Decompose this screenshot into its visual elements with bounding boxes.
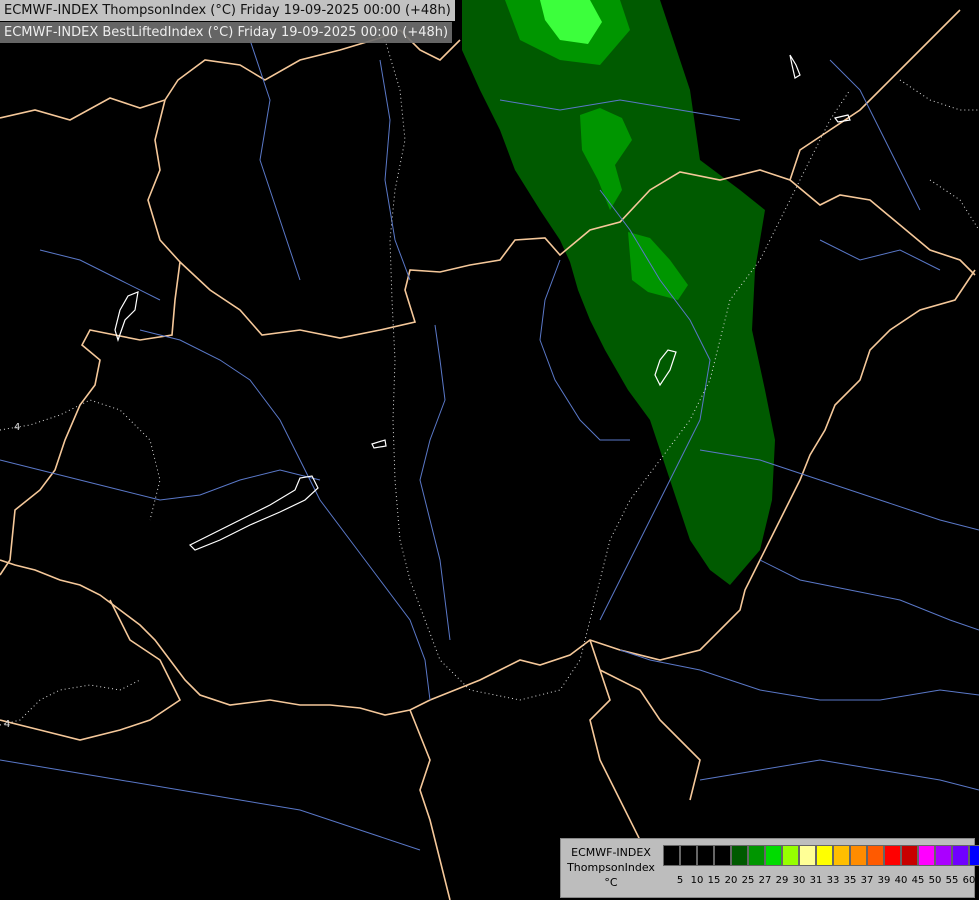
legend-tick-label: 55 (945, 875, 959, 886)
contour-label-left: 4 (14, 422, 21, 433)
legend-tick-label: 33 (826, 875, 840, 886)
legend-swatch (833, 845, 850, 866)
legend-tick-label: 31 (809, 875, 823, 886)
legend-swatch (884, 845, 901, 866)
thompson-index-field (462, 0, 775, 585)
legend-swatch (799, 845, 816, 866)
legend-swatch (918, 845, 935, 866)
legend-tick-label: 25 (741, 875, 755, 886)
legend-swatch (782, 845, 799, 866)
lifted-index-contours (0, 39, 979, 726)
legend-swatch (663, 845, 680, 866)
legend-tick-label: 37 (860, 875, 874, 886)
legend-unit: °C (604, 876, 618, 889)
legend-tick-label: 27 (758, 875, 772, 886)
legend-swatch (765, 845, 782, 866)
legend-swatch (748, 845, 765, 866)
weather-map (0, 0, 979, 900)
legend-tick-label: 30 (792, 875, 806, 886)
contour-label-lower-left: 4 (4, 719, 11, 730)
legend-title: ECMWF-INDEX ThompsonIndex °C (561, 845, 661, 890)
legend-title-parameter: ThompsonIndex (567, 861, 655, 874)
legend-tick-label: 60 (962, 875, 976, 886)
legend-swatch (680, 845, 697, 866)
lake-balaton (188, 475, 319, 551)
legend-swatch (731, 845, 748, 866)
legend-swatch (816, 845, 833, 866)
legend-tick-label: 5 (676, 875, 684, 886)
map-title-thompson: ECMWF-INDEX ThompsonIndex (°C) Friday 19… (0, 0, 455, 21)
legend-tick-label: 35 (843, 875, 857, 886)
legend-swatch (697, 845, 714, 866)
legend-tick-label: 50 (928, 875, 942, 886)
legend-swatches (663, 845, 979, 868)
lake-neusiedl (114, 291, 139, 342)
legend-swatch (714, 845, 731, 866)
legend-tick-label: 29 (775, 875, 789, 886)
thompson-area-25 (462, 0, 775, 585)
color-legend: ECMWF-INDEX ThompsonIndex °C 5 10 15 20 25 27… (560, 838, 979, 898)
legend-tick-label: 40 (894, 875, 908, 886)
legend-tick-label: 39 (877, 875, 891, 886)
legend-swatch (952, 845, 969, 866)
country-borders (0, 9, 976, 900)
legend-swatch (867, 845, 884, 866)
legend-tick-label: 45 (911, 875, 925, 886)
legend-title-model: ECMWF-INDEX (571, 846, 651, 859)
legend-tick-label: 20 (724, 875, 738, 886)
legend-swatch (969, 845, 979, 866)
legend-swatch (935, 845, 952, 866)
map-title-lifted-index: ECMWF-INDEX BestLiftedIndex (°C) Friday … (0, 22, 453, 43)
legend-swatch (850, 845, 867, 866)
rivers (0, 39, 979, 851)
legend-tick-label: 15 (707, 875, 721, 886)
legend-tick-label: 10 (690, 875, 704, 886)
legend-swatch (901, 845, 918, 866)
